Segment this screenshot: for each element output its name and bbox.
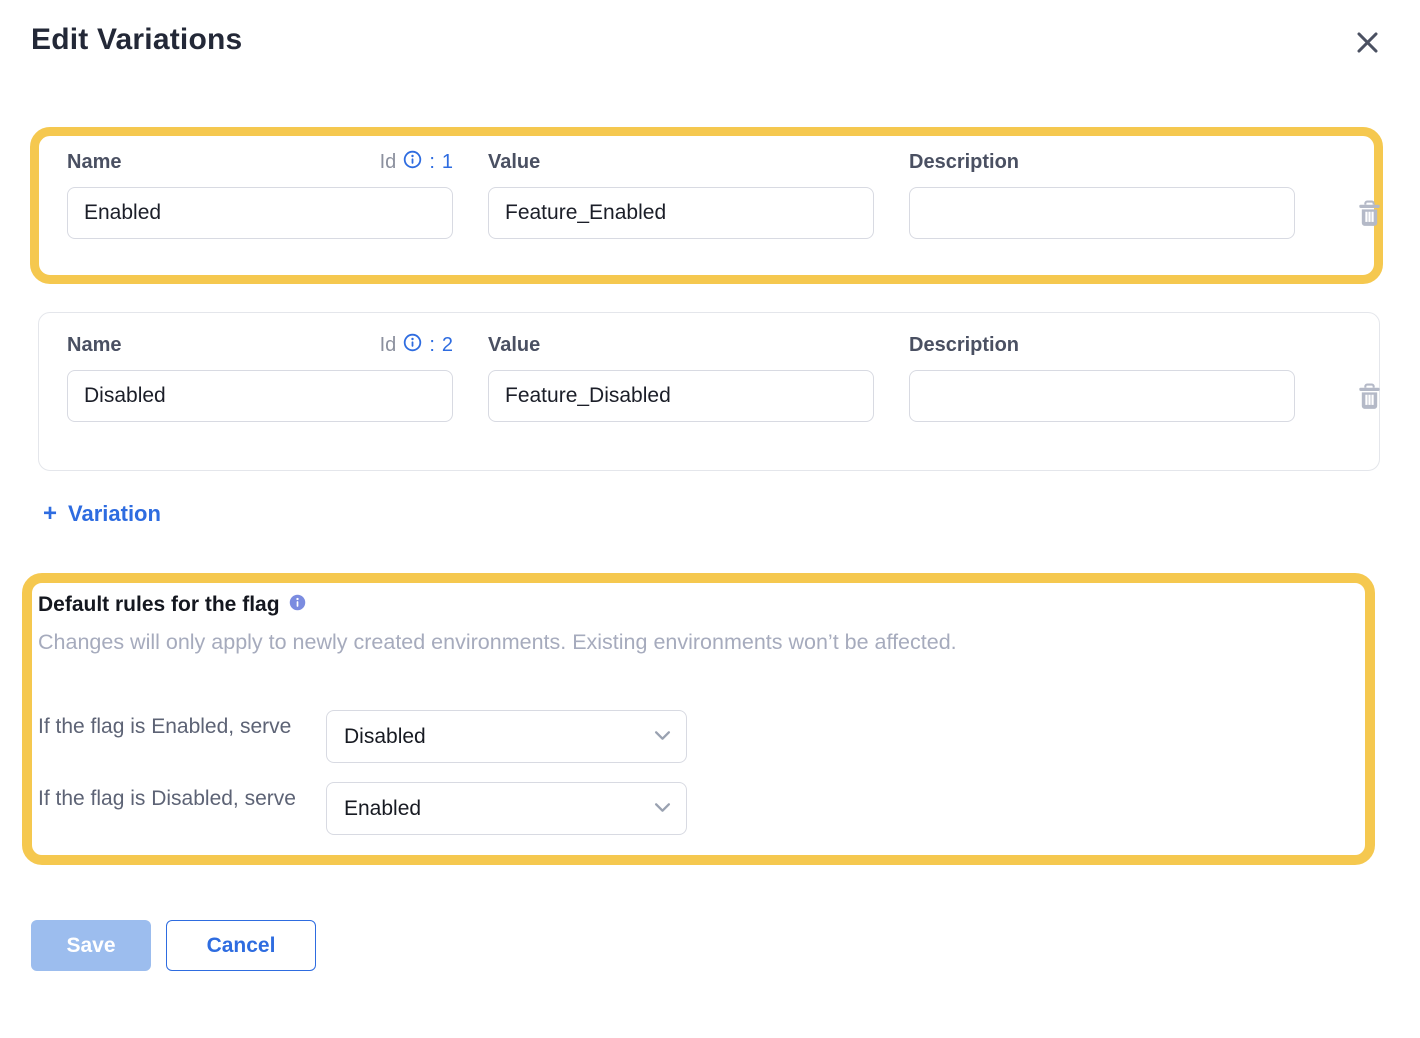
id-info-icon[interactable] [403, 333, 422, 358]
value-input[interactable] [488, 370, 874, 422]
default-rules-title: Default rules for the flag [38, 593, 280, 617]
description-label: Description [909, 151, 1019, 174]
value-field-group: Value [488, 148, 874, 239]
variation-id: Id : 2 [380, 333, 453, 358]
value-field-group: Value [488, 331, 874, 422]
rule-label: If the flag is Disabled, serve [38, 782, 326, 815]
rule-label: If the flag is Enabled, serve [38, 710, 326, 743]
id-label: Id [380, 151, 397, 174]
close-icon [1355, 43, 1380, 58]
plus-icon: + [43, 503, 57, 525]
chevron-down-icon [654, 800, 671, 818]
name-input[interactable] [67, 187, 453, 239]
variation-card-1-highlight: Name Id : 1 Value [30, 127, 1383, 284]
name-field-group: Name Id : 1 [67, 148, 453, 239]
add-variation-button[interactable]: + Variation [43, 501, 161, 527]
select-value: Disabled [344, 725, 426, 749]
delete-variation-button[interactable] [1357, 383, 1382, 410]
id-label: Id [380, 334, 397, 357]
trash-icon [1357, 215, 1382, 230]
id-value: 2 [442, 334, 453, 357]
close-button[interactable] [1351, 26, 1384, 59]
default-rules-section: Default rules for the flag Changes will … [22, 573, 1375, 865]
id-separator: : [429, 151, 435, 174]
description-input[interactable] [909, 370, 1295, 422]
default-rule-row: If the flag is Enabled, serve Disabled [38, 710, 1345, 763]
chevron-down-icon [654, 728, 671, 746]
cancel-button[interactable]: Cancel [166, 920, 316, 971]
save-button[interactable]: Save [31, 920, 151, 971]
trash-icon [1357, 398, 1382, 413]
add-variation-label: Variation [68, 501, 161, 527]
id-info-icon[interactable] [403, 150, 422, 175]
name-field-group: Name Id : 2 [67, 331, 453, 422]
default-rules-note: Changes will only apply to newly created… [38, 629, 1345, 656]
name-label: Name [67, 151, 121, 174]
select-value: Enabled [344, 797, 421, 821]
serve-variation-select[interactable]: Disabled [326, 710, 687, 763]
value-input[interactable] [488, 187, 874, 239]
delete-variation-button[interactable] [1357, 200, 1382, 227]
id-separator: : [429, 334, 435, 357]
value-label: Value [488, 151, 540, 174]
default-rule-row: If the flag is Disabled, serve Enabled [38, 782, 1345, 835]
info-icon[interactable] [289, 594, 306, 616]
variation-card-2: Name Id : 2 Value Description [38, 312, 1380, 471]
serve-variation-select[interactable]: Enabled [326, 782, 687, 835]
description-field-group: Description [909, 331, 1295, 422]
variation-card-1: Name Id : 1 Value [39, 136, 1374, 275]
dialog-footer: Save Cancel [31, 920, 1420, 971]
description-field-group: Description [909, 148, 1295, 239]
dialog-header: Edit Variations [0, 0, 1420, 59]
page-title: Edit Variations [31, 22, 242, 58]
id-value: 1 [442, 151, 453, 174]
description-input[interactable] [909, 187, 1295, 239]
name-label: Name [67, 334, 121, 357]
variation-id: Id : 1 [380, 150, 453, 175]
value-label: Value [488, 334, 540, 357]
name-input[interactable] [67, 370, 453, 422]
description-label: Description [909, 334, 1019, 357]
